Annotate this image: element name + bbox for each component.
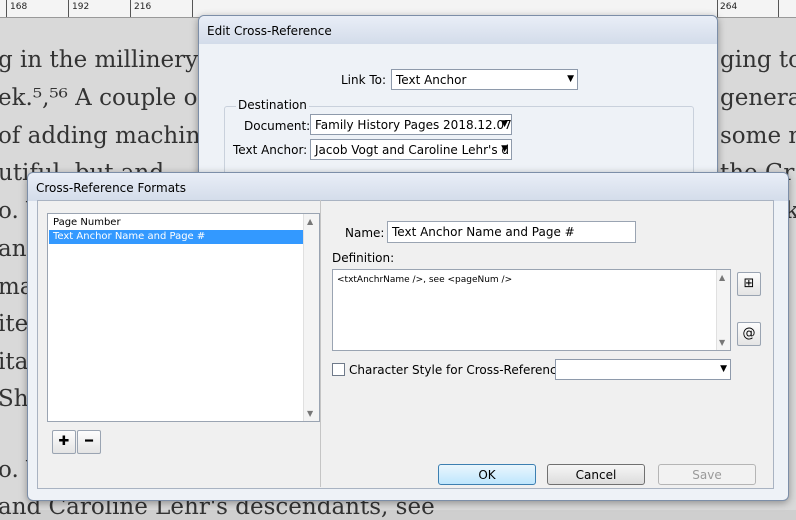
document-line: ek.⁵,⁵⁶ A couple of [0, 85, 206, 111]
edit-cross-reference-dialog: Edit Cross-Reference Link To: Text Ancho… [198, 15, 718, 190]
document-line: of adding machin [0, 123, 201, 149]
document-label: Document: [244, 119, 311, 133]
dialog-title: Edit Cross-Reference [199, 16, 717, 44]
save-button[interactable]: Save [658, 464, 756, 485]
ruler-label: 216 [134, 2, 152, 12]
text-anchor-label: Text Anchor: [233, 143, 308, 157]
ruler-tick [130, 0, 131, 17]
minus-icon: ━ [85, 434, 93, 449]
insert-special-character-button[interactable]: @ [737, 322, 761, 346]
character-style-label: Character Style for Cross-Reference: [349, 363, 569, 377]
ruler-label: 264 [720, 2, 738, 12]
character-style-checkbox[interactable] [332, 363, 345, 376]
document-line: some m [720, 123, 796, 149]
panel-divider [320, 200, 321, 487]
list-item[interactable]: Page Number [49, 216, 310, 230]
formats-list[interactable]: Page Number Text Anchor Name and Page # … [47, 213, 320, 422]
ruler-tick [68, 0, 69, 17]
insert-block-icon: ⊞ [743, 276, 755, 291]
document-value: Family History Pages 2018.12.07 [315, 118, 512, 132]
ruler-label: 168 [10, 2, 28, 12]
ruler-tick [192, 0, 193, 17]
document-line: ging to m [720, 47, 796, 73]
delete-format-button[interactable]: ━ [77, 430, 101, 454]
ruler-tick [778, 0, 779, 17]
text-anchor-value: Jacob Vogt and Caroline Lehr's d [315, 143, 510, 157]
document-line: general [720, 85, 796, 111]
text-anchor-select[interactable]: Jacob Vogt and Caroline Lehr's d ▼ [310, 139, 512, 160]
chevron-down-icon: ▼ [720, 364, 727, 374]
character-style-select[interactable]: ▼ [555, 359, 731, 380]
ruler-tick [717, 0, 718, 17]
name-label: Name: [345, 226, 385, 240]
scroll-up-icon[interactable]: ▲ [719, 273, 725, 282]
definition-label: Definition: [332, 251, 395, 265]
cancel-button[interactable]: Cancel [547, 464, 645, 485]
link-to-value: Text Anchor [396, 73, 467, 87]
at-sign-icon: @ [742, 326, 756, 341]
scroll-down-icon[interactable]: ▼ [307, 409, 313, 418]
link-to-label: Link To: [341, 73, 387, 87]
dialog-title: Cross-Reference Formats [28, 173, 788, 201]
scroll-down-icon[interactable]: ▼ [719, 338, 725, 347]
document-line: g in the millinery [0, 47, 199, 73]
link-to-select[interactable]: Text Anchor ▼ [391, 69, 578, 90]
insert-building-block-button[interactable]: ⊞ [737, 272, 761, 296]
list-scrollbar[interactable]: ▲ ▼ [303, 214, 319, 421]
scroll-up-icon[interactable]: ▲ [307, 217, 313, 226]
definition-textarea[interactable]: <txtAnchrName />, see <pageNum /> ▲ ▼ [332, 269, 731, 351]
ruler-label: 192 [72, 2, 90, 12]
plus-icon: ✚ [58, 434, 70, 449]
ruler-tick [6, 0, 7, 17]
add-format-button[interactable]: ✚ [52, 430, 76, 454]
list-item[interactable]: Text Anchor Name and Page # [49, 230, 310, 244]
definition-scrollbar[interactable]: ▲ ▼ [716, 270, 730, 350]
ok-button[interactable]: OK [438, 464, 536, 485]
chevron-down-icon: ▼ [501, 144, 508, 154]
definition-text: <txtAnchrName />, see <pageNum /> [337, 275, 513, 285]
chevron-down-icon: ▼ [567, 74, 574, 84]
document-select[interactable]: Family History Pages 2018.12.07 ▼ [310, 114, 512, 135]
chevron-down-icon: ▼ [501, 119, 508, 129]
destination-label: Destination [236, 98, 309, 112]
name-input[interactable]: Text Anchor Name and Page # [387, 221, 636, 243]
formats-panel: Page Number Text Anchor Name and Page # … [37, 200, 774, 489]
